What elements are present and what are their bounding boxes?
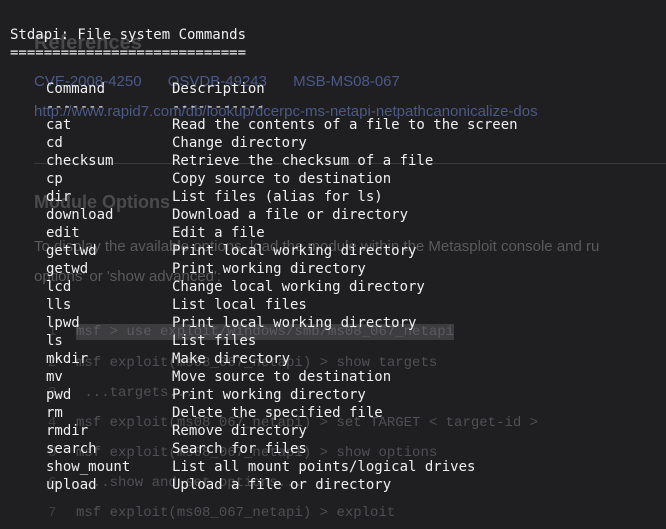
title-underline: ============================ bbox=[10, 45, 247, 61]
command-name: mv bbox=[46, 369, 63, 385]
command-description: Upload a file or directory bbox=[172, 477, 392, 493]
command-description: Edit a file bbox=[172, 225, 265, 241]
command-description: List local files bbox=[172, 297, 307, 313]
command-description: Change local working directory bbox=[172, 279, 425, 295]
command-name: cat bbox=[46, 117, 72, 133]
command-description: Download a file or directory bbox=[172, 207, 409, 223]
command-description: Copy source to destination bbox=[172, 171, 392, 187]
command-name: getwd bbox=[46, 261, 89, 277]
command-description: Print working directory bbox=[172, 261, 366, 277]
command-description: Print local working directory bbox=[172, 315, 417, 331]
command-name: dir bbox=[46, 189, 72, 205]
command-description: Search for files bbox=[172, 441, 307, 457]
command-name: download bbox=[46, 207, 114, 223]
command-description: Change directory bbox=[172, 135, 307, 151]
command-name: cp bbox=[46, 171, 63, 187]
command-description: Remove directory bbox=[172, 423, 307, 439]
command-description: Read the contents of a file to the scree… bbox=[172, 117, 518, 133]
terminal-output: Stdapi: File system Commands ===========… bbox=[0, 0, 666, 529]
header-rule-command: ------- bbox=[46, 99, 106, 115]
command-name: upload bbox=[46, 477, 97, 493]
command-description: Retrieve the checksum of a file bbox=[172, 153, 434, 169]
command-name: rm bbox=[46, 405, 63, 421]
command-name: getlwd bbox=[46, 243, 97, 259]
command-name: checksum bbox=[46, 153, 114, 169]
command-name: lpwd bbox=[46, 315, 80, 331]
header-rule-description: ----------- bbox=[172, 99, 265, 115]
command-description: Print local working directory bbox=[172, 243, 417, 259]
command-description: Move source to destination bbox=[172, 369, 392, 385]
command-name: ls bbox=[46, 333, 63, 349]
command-name: mkdir bbox=[46, 351, 89, 367]
command-name: cd bbox=[46, 135, 63, 151]
command-name: lls bbox=[46, 297, 72, 313]
command-description: List all mount points/logical drives bbox=[172, 459, 476, 475]
command-name: lcd bbox=[46, 279, 72, 295]
command-description: Print working directory bbox=[172, 387, 366, 403]
column-header-command: Command bbox=[46, 81, 106, 97]
terminal-title: Stdapi: File system Commands bbox=[10, 27, 247, 43]
command-description: Make directory bbox=[172, 351, 291, 367]
command-name: pwd bbox=[46, 387, 72, 403]
command-description: List files bbox=[172, 333, 257, 349]
command-name: search bbox=[46, 441, 97, 457]
command-name: rmdir bbox=[46, 423, 89, 439]
command-name: show_mount bbox=[46, 459, 131, 475]
command-description: List files (alias for ls) bbox=[172, 189, 383, 205]
column-header-description: Description bbox=[172, 81, 265, 97]
command-description: Delete the specified file bbox=[172, 405, 383, 421]
command-name: edit bbox=[46, 225, 80, 241]
